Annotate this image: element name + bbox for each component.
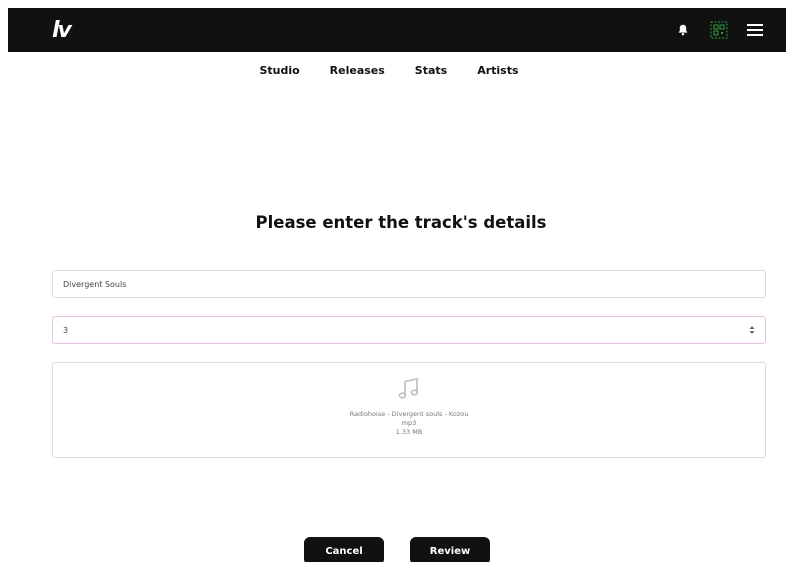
file-extension: mp3: [401, 419, 417, 427]
review-button[interactable]: Review: [410, 537, 490, 562]
top-icons: [674, 21, 764, 39]
main-nav: Studio Releases Stats Artists: [0, 64, 802, 77]
track-name-input[interactable]: [52, 270, 766, 298]
cancel-button[interactable]: Cancel: [304, 537, 384, 562]
track-number-value: 3: [63, 325, 69, 335]
file-name: Radiohoise - Divergent souls - Kozou: [349, 410, 469, 418]
nav-releases[interactable]: Releases: [330, 64, 385, 77]
bell-icon[interactable]: [674, 21, 692, 39]
app-logo[interactable]: lv: [52, 18, 72, 43]
music-note-icon: [397, 377, 421, 406]
page-title: Please enter the track's details: [255, 213, 547, 232]
file-info: Radiohoise - Divergent souls - Kozou mp3…: [350, 410, 469, 437]
qr-icon[interactable]: [710, 21, 728, 39]
nav-studio[interactable]: Studio: [259, 64, 299, 77]
form-actions: Cancel Review: [0, 537, 802, 562]
nav-stats[interactable]: Stats: [415, 64, 447, 77]
track-number-select[interactable]: 3: [52, 316, 766, 344]
nav-artists[interactable]: Artists: [477, 64, 518, 77]
menu-icon[interactable]: [746, 21, 764, 39]
top-bar: lv: [8, 8, 786, 52]
select-arrows-icon: [749, 325, 755, 335]
file-dropzone[interactable]: Radiohoise - Divergent souls - Kozou mp3…: [52, 362, 766, 458]
file-size: 1.33 MB: [395, 428, 423, 436]
